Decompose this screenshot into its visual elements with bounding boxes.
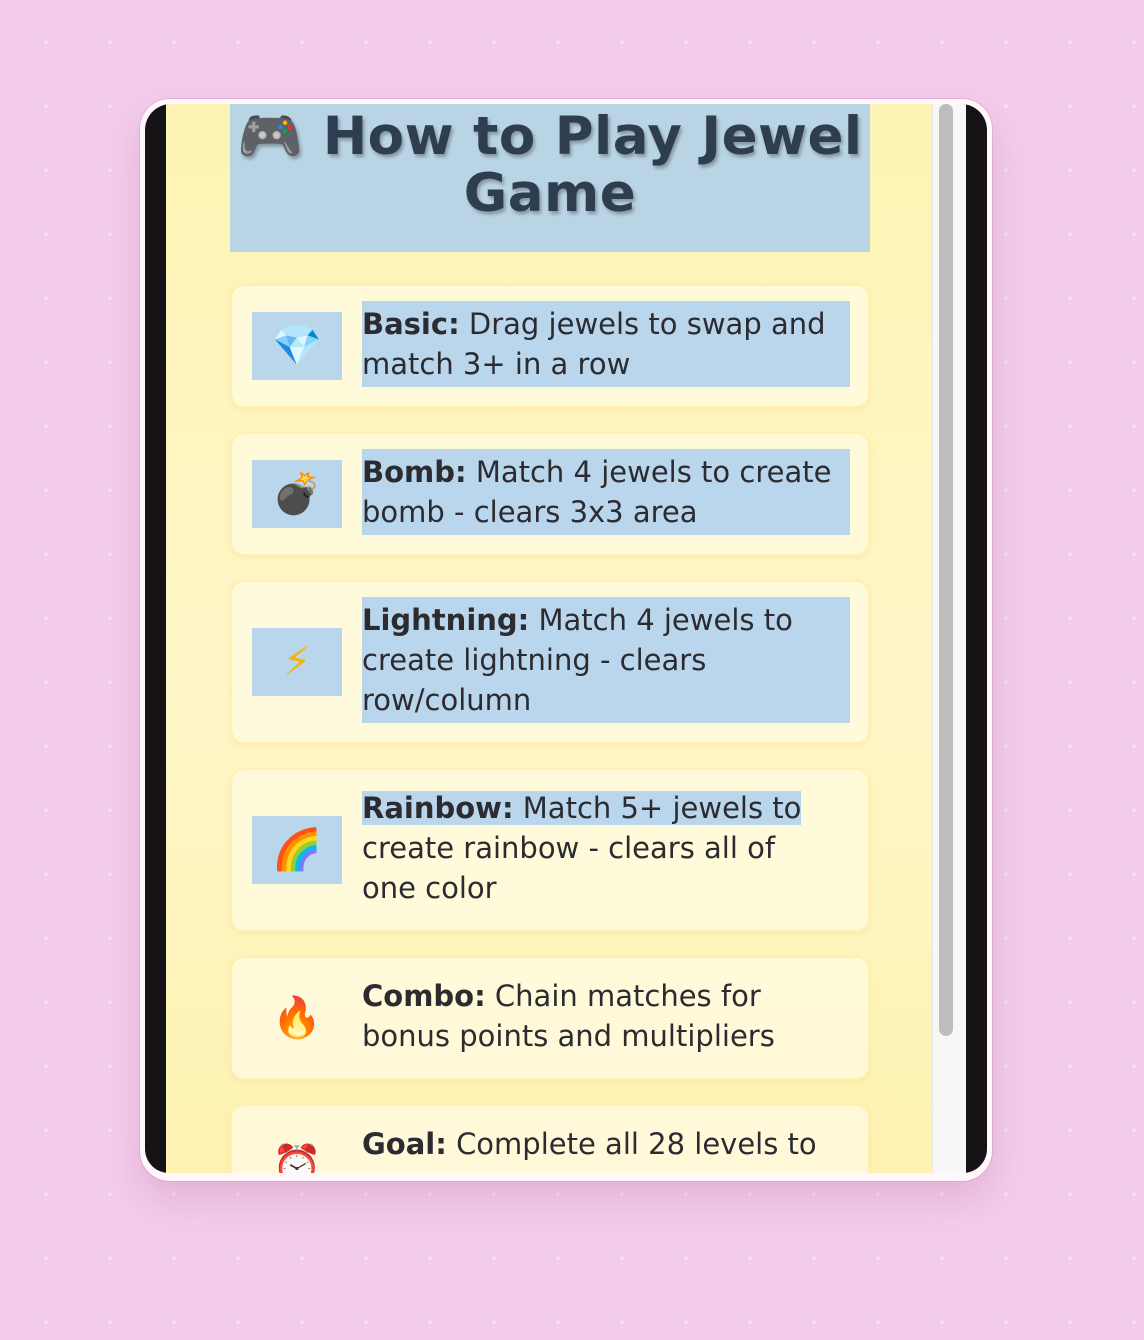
page-title-text: How to Play Jewel Game (322, 106, 863, 224)
rule-text-bomb: Bomb: Match 4 jewels to create bomb - cl… (362, 449, 850, 535)
help-page[interactable]: 🎮 How to Play Jewel Game 💎 Basic: Drag j… (166, 104, 931, 1173)
page-title: 🎮 How to Play Jewel Game (230, 104, 870, 252)
gamepad-icon: 🎮 (237, 106, 304, 167)
rule-card-basic: 💎 Basic: Drag jewels to swap and match 3… (230, 284, 870, 408)
rule-card-bomb: 💣 Bomb: Match 4 jewels to create bomb - … (230, 432, 870, 556)
lightning-icon: ⚡ (252, 628, 342, 696)
alarm-clock-icon: ⏰ (272, 1143, 322, 1173)
game-help-screen: 🎮 How to Play Jewel Game 💎 Basic: Drag j… (166, 104, 966, 1173)
rule-text-basic: Basic: Drag jewels to swap and match 3+ … (362, 301, 850, 387)
rainbow-icon: 🌈 (252, 816, 342, 884)
rule-text-rainbow: Rainbow: Match 5+ jewels to create rainb… (362, 788, 802, 908)
rule-text-goal: Goal: Complete all 28 levels to (362, 1124, 850, 1164)
device-bezel: 🎮 How to Play Jewel Game 💎 Basic: Drag j… (145, 104, 987, 1173)
device-frame: 🎮 How to Play Jewel Game 💎 Basic: Drag j… (140, 99, 992, 1181)
rule-label-combo: Combo: (362, 979, 486, 1013)
rule-card-goal: ⏰ Goal: Complete all 28 levels to (230, 1104, 870, 1173)
gem-icon: 💎 (252, 312, 342, 380)
rule-description-rainbow-rest: create rainbow - clears all of one color (362, 831, 776, 905)
rule-label-rainbow: Rainbow: (362, 791, 514, 825)
rule-selected-rainbow: Rainbow: Match 5+ jewels to (362, 791, 802, 825)
rule-card-rainbow: 🌈 Rainbow: Match 5+ jewels to create rai… (230, 768, 870, 932)
rule-label-bomb: Bomb: (362, 455, 467, 489)
vertical-scrollbar[interactable] (932, 104, 966, 1173)
rule-description-goal: Complete all 28 levels to (456, 1127, 817, 1161)
scrollbar-thumb[interactable] (939, 104, 953, 1036)
rule-text-combo: Combo: Chain matches for bonus points an… (362, 976, 850, 1056)
fire-icon: 🔥 (272, 995, 322, 1041)
rule-text-lightning: Lightning: Match 4 jewels to create ligh… (362, 597, 850, 723)
rule-description-rainbow: Match 5+ jewels to (522, 791, 802, 825)
rule-label-goal: Goal: (362, 1127, 447, 1161)
rule-label-basic: Basic: (362, 307, 460, 341)
rule-card-combo: 🔥 Combo: Chain matches for bonus points … (230, 956, 870, 1080)
rule-card-lightning: ⚡ Lightning: Match 4 jewels to create li… (230, 580, 870, 744)
rule-label-lightning: Lightning: (362, 603, 530, 637)
bomb-icon: 💣 (252, 460, 342, 528)
